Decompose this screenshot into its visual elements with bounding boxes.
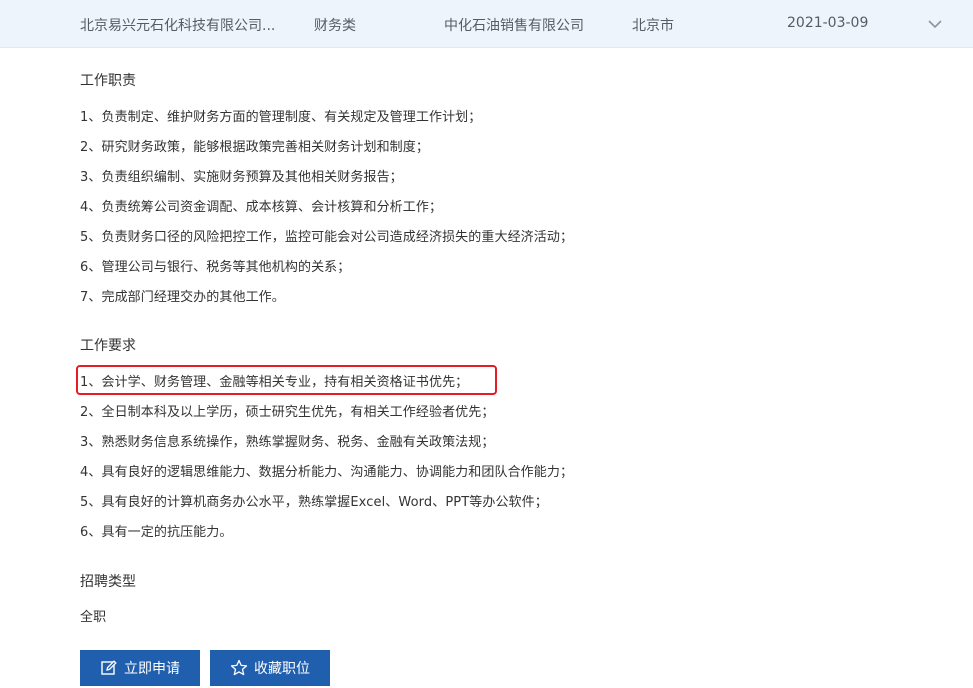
- post-date: 2021-03-09: [787, 15, 869, 31]
- duty-item: 3、负责组织编制、实施财务预算及其他相关财务报告；: [80, 170, 403, 185]
- hiring-unit: 中化石油销售有限公司: [444, 18, 584, 34]
- duty-item: 1、负责制定、维护财务方面的管理制度、有关规定及管理工作计划；: [80, 110, 482, 125]
- recruit-type-title: 招聘类型: [80, 574, 136, 590]
- requirement-item: 3、熟悉财务信息系统操作，熟练掌握财务、税务、金融有关政策法规；: [80, 435, 495, 450]
- duty-item: 6、管理公司与银行、税务等其他机构的关系；: [80, 260, 351, 275]
- recruit-type-value: 全职: [80, 610, 107, 625]
- job-category: 财务类: [314, 18, 356, 34]
- requirement-item: 6、具有一定的抗压能力。: [80, 525, 233, 540]
- company-name: 北京易兴元石化科技有限公司...: [80, 18, 276, 34]
- job-summary-row[interactable]: 北京易兴元石化科技有限公司... 财务类 中化石油销售有限公司 北京市 2021…: [0, 0, 973, 48]
- edit-icon: [100, 659, 118, 677]
- duties-title: 工作职责: [80, 73, 136, 89]
- requirement-item: 2、全日制本科及以上学历，硕士研究生优先，有相关工作经验者优先；: [80, 405, 495, 420]
- duty-item: 5、负责财务口径的风险把控工作，监控可能会对公司造成经济损失的重大经济活动；: [80, 230, 574, 245]
- duty-item: 7、完成部门经理交办的其他工作。: [80, 290, 285, 305]
- duty-item: 4、负责统筹公司资金调配、成本核算、会计核算和分析工作；: [80, 200, 443, 215]
- favorite-button-label: 收藏职位: [254, 661, 310, 677]
- star-icon: [230, 659, 248, 677]
- requirement-item: 4、具有良好的逻辑思维能力、数据分析能力、沟通能力、协调能力和团队合作能力；: [80, 465, 574, 480]
- duty-item: 2、研究财务政策，能够根据政策完善相关财务计划和制度；: [80, 140, 429, 155]
- chevron-down-icon[interactable]: [924, 14, 946, 34]
- requirements-title: 工作要求: [80, 338, 136, 354]
- favorite-button[interactable]: 收藏职位: [210, 650, 330, 686]
- apply-button[interactable]: 立即申请: [80, 650, 200, 686]
- apply-button-label: 立即申请: [124, 661, 180, 677]
- requirement-item: 1、会计学、财务管理、金融等相关专业，持有相关资格证书优先；: [80, 375, 469, 390]
- requirement-item: 5、具有良好的计算机商务办公水平，熟练掌握Excel、Word、PPT等办公软件…: [80, 495, 548, 510]
- job-city: 北京市: [632, 18, 674, 34]
